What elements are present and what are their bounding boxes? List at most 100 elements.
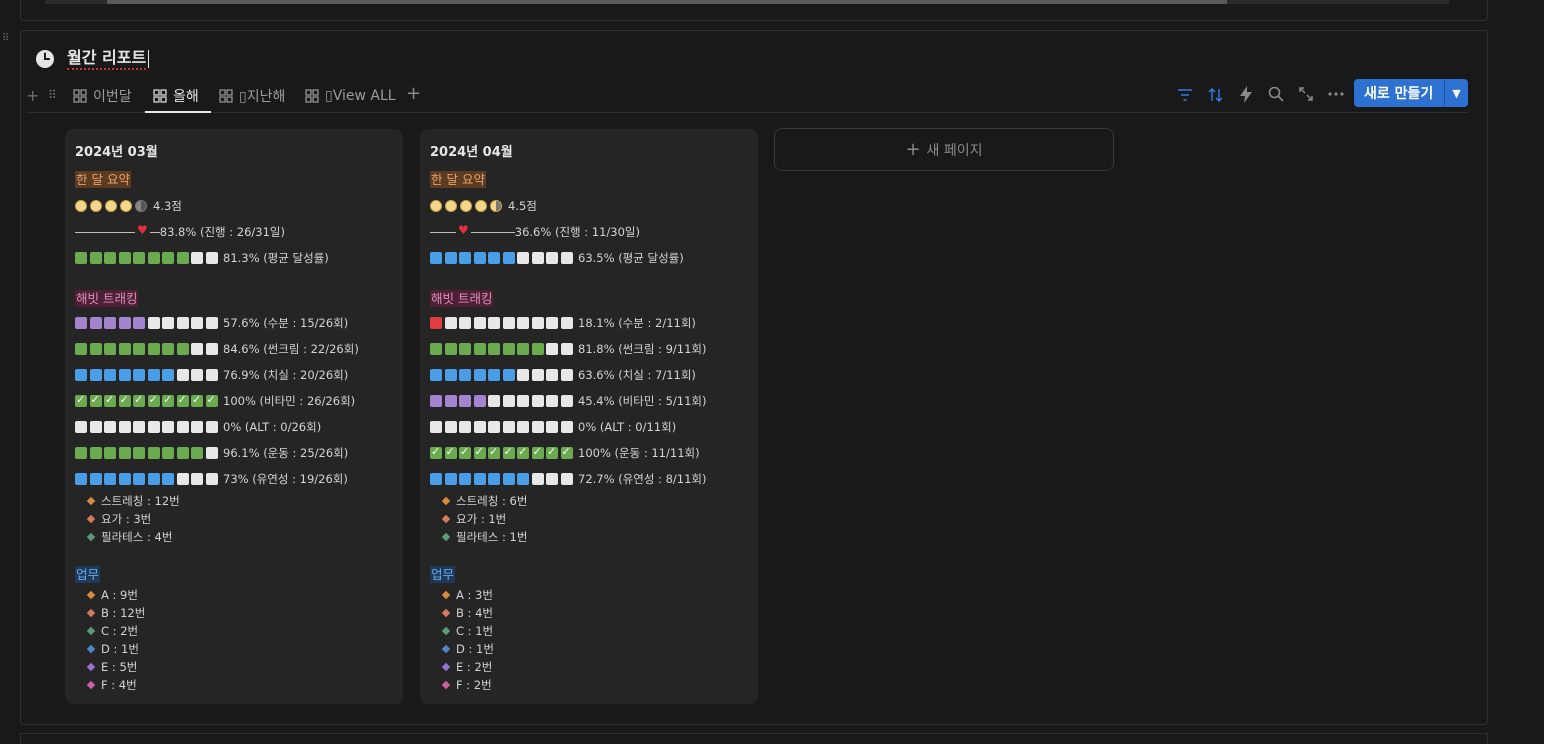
habit-text: 63.6% (치실 : 7/11회) — [578, 368, 696, 382]
habit-tag: 해빗 트래킹 — [430, 290, 494, 307]
habit-square — [488, 317, 500, 329]
habit-text: 45.4% (비타민 : 5/11회) — [578, 394, 707, 408]
habit-text: 72.7% (유연성 : 8/11회) — [578, 472, 707, 486]
habit-square — [176, 343, 189, 355]
more-options-icon[interactable] — [1328, 91, 1344, 97]
active-tab-indicator — [145, 111, 211, 113]
checkbox-checked-icon — [133, 393, 145, 407]
new-item-button[interactable]: 새로 만들기 ▼ — [1354, 79, 1468, 107]
summary-tag: 한 달 요약 — [75, 171, 131, 188]
add-block-icon[interactable]: + — [26, 86, 39, 105]
flex-item-text: 필라테스 : 1번 — [456, 530, 528, 544]
progress-square — [517, 252, 529, 264]
habit-row: 81.8% (썬크림 : 9/11회) — [430, 342, 707, 356]
progress-line — [75, 231, 135, 233]
block-drag-handle-icon[interactable]: ⠿ — [2, 34, 12, 54]
habit-square — [147, 473, 160, 485]
diamond-bullet-icon — [441, 644, 451, 654]
flex-item-text: 필라테스 : 4번 — [101, 530, 173, 544]
checkbox-checked-icon — [191, 393, 203, 407]
tab-this-year[interactable]: 올해 — [153, 84, 199, 108]
gallery-card[interactable]: 2024년 03월 한 달 요약 4.3점 ♥ 83.8% (진행 : 26/31일) 8… — [65, 129, 403, 704]
card-title: 2024년 03월 — [75, 145, 158, 160]
checkbox-checked-icon — [459, 445, 471, 459]
rating-circle-icon — [90, 200, 102, 212]
habit-square — [118, 473, 131, 485]
expand-icon[interactable] — [1298, 86, 1314, 102]
habit-square — [444, 395, 457, 407]
habit-square — [147, 343, 160, 355]
habit-square — [430, 421, 442, 433]
progress-square — [473, 252, 486, 264]
habit-square — [176, 473, 189, 485]
tab-view-all[interactable]: ▯View ALL — [305, 84, 396, 108]
habit-square — [488, 395, 500, 407]
habit-square — [488, 473, 500, 485]
average-row: 81.3% (평균 달성률) — [75, 251, 329, 265]
text-caret — [148, 50, 150, 68]
checkbox-checked-icon — [430, 445, 442, 459]
habit-square — [560, 395, 573, 407]
habit-square — [147, 369, 160, 381]
average-row: 63.5% (평균 달성률) — [430, 251, 684, 265]
horizontal-scrollbar[interactable] — [45, 0, 1449, 4]
habit-square — [205, 473, 218, 485]
habit-square — [176, 421, 189, 433]
progress-square — [133, 252, 145, 264]
habit-row: 0% (ALT : 0/26회) — [75, 420, 321, 434]
checkbox-checked-icon — [162, 393, 174, 407]
habit-square — [488, 343, 500, 355]
work-list-item: E : 2번 — [440, 659, 492, 675]
tab-label: 올해 — [173, 89, 199, 105]
diamond-bullet-icon — [86, 608, 96, 618]
habit-square — [546, 317, 558, 329]
habit-square — [118, 343, 131, 355]
score-row: 4.3점 — [75, 199, 182, 213]
gallery-card[interactable]: 2024년 04월 한 달 요약 4.5점 ♥ 36.6% (진행 : 11/30일) 6… — [420, 129, 758, 704]
progress-line — [430, 231, 456, 233]
progress-square — [104, 252, 116, 264]
habit-square — [430, 473, 442, 485]
chevron-down-icon[interactable]: ▼ — [1445, 87, 1468, 100]
habit-square — [459, 369, 471, 381]
add-view-icon[interactable]: + — [406, 83, 421, 104]
rating-circle-icon — [120, 200, 132, 212]
habit-square — [502, 317, 515, 329]
progress-square — [162, 252, 174, 264]
habit-square — [560, 369, 573, 381]
tab-this-month[interactable]: 이번달 — [73, 84, 132, 108]
scrollbar-thumb[interactable] — [107, 0, 1227, 4]
habit-square — [205, 369, 218, 381]
heart-marker-icon: ♥ — [137, 223, 148, 237]
automation-bolt-icon[interactable] — [1239, 86, 1253, 103]
page-title[interactable]: 월간 리포트 — [67, 48, 147, 70]
diamond-bullet-icon — [86, 514, 96, 524]
sort-icon[interactable] — [1208, 87, 1224, 103]
new-page-button[interactable]: + 새 페이지 — [774, 128, 1114, 171]
work-item-text: E : 5번 — [101, 660, 138, 674]
diamond-bullet-icon — [86, 662, 96, 672]
progress-square — [147, 252, 160, 264]
habit-square — [517, 317, 529, 329]
habit-row: 72.7% (유연성 : 8/11회) — [430, 472, 707, 486]
filter-icon[interactable] — [1177, 88, 1193, 102]
habit-square — [444, 343, 457, 355]
drag-handle-icon[interactable]: ⠿ — [48, 88, 57, 102]
database-title-row: 월간 리포트 — [35, 46, 150, 72]
habit-square — [89, 421, 102, 433]
tab-last-year[interactable]: ▯지난해 — [219, 84, 285, 108]
habit-square — [176, 369, 189, 381]
search-icon[interactable] — [1268, 86, 1284, 102]
work-item-text: C : 2번 — [101, 624, 139, 638]
card-title: 2024년 04월 — [430, 145, 513, 160]
habit-square — [488, 369, 500, 381]
diamond-bullet-icon — [441, 590, 451, 600]
checkbox-checked-icon — [473, 445, 486, 459]
habit-square — [147, 421, 160, 433]
habit-square — [205, 343, 218, 355]
diamond-bullet-icon — [86, 496, 96, 506]
progress-square — [502, 252, 515, 264]
checkbox-checked-icon — [104, 393, 116, 407]
tab-label: ▯View ALL — [325, 88, 396, 104]
diamond-bullet-icon — [86, 644, 96, 654]
